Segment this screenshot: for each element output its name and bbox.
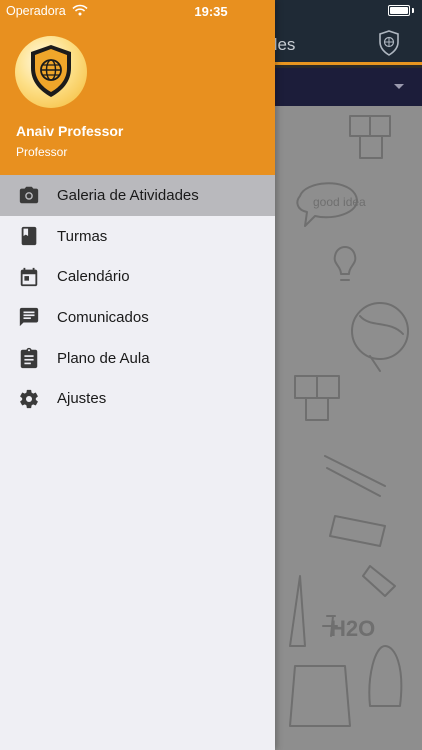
message-icon [19,308,39,327]
drawer-header: Anaiv Professor Professor [0,0,275,175]
menu-item-label: Galeria de Atividades [57,186,199,204]
menu-item-label: Comunicados [57,308,149,326]
menu-item-ajustes[interactable]: Ajustes [0,378,275,419]
avatar[interactable] [15,36,87,108]
drawer-menu: Galeria de Atividades Turmas Calendário [0,175,275,419]
gear-icon [20,389,38,408]
user-name: Anaiv Professor [16,123,124,139]
menu-item-label: Calendário [57,268,130,286]
svg-text:good idea: good idea [313,195,366,209]
book-icon [21,226,37,246]
menu-item-label: Plano de Aula [57,349,150,367]
doodle-pattern: H2O good idea [289,115,409,727]
svg-text:H2O: H2O [330,616,375,641]
battery-icon [388,5,410,16]
menu-item-galeria[interactable]: Galeria de Atividades [0,175,275,216]
menu-item-plano-de-aula[interactable]: Plano de Aula [0,338,275,379]
clipboard-icon [20,348,38,369]
menu-item-calendario[interactable]: Calendário [0,256,275,297]
status-bar: Operadora 19:35 [0,0,422,22]
navigation-drawer: Anaiv Professor Professor Galeria de Ati… [0,0,275,750]
shield-globe-icon [31,45,71,97]
calendar-icon [20,267,38,286]
user-role: Professor [16,145,68,159]
menu-item-comunicados[interactable]: Comunicados [0,297,275,338]
menu-item-label: Ajustes [57,390,107,408]
menu-item-label: Turmas [57,227,108,245]
camera-icon [19,187,39,204]
shield-logo-icon[interactable] [378,30,400,56]
menu-item-turmas[interactable]: Turmas [0,216,275,257]
chevron-down-icon [394,84,404,89]
clock: 19:35 [194,4,228,19]
